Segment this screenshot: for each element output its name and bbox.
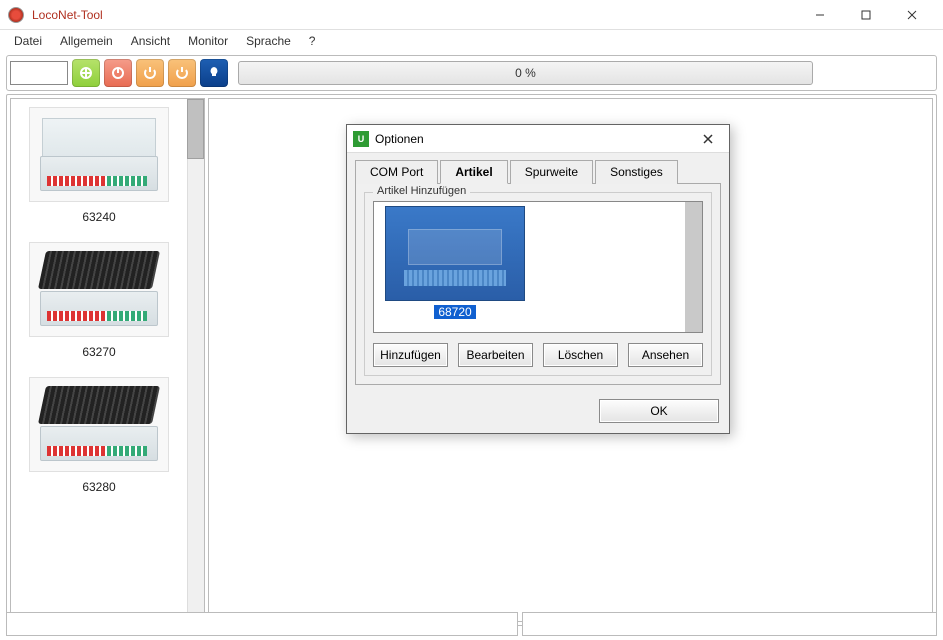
tab-artikel[interactable]: Artikel [440,160,507,184]
address-input[interactable] [10,61,68,85]
window-title: LocoNet-Tool [32,8,103,22]
menubar: Datei Allgemein Ansicht Monitor Sprache … [0,30,943,52]
app-icon [8,7,24,23]
stop-button[interactable] [104,59,132,87]
menu-sprache[interactable]: Sprache [238,32,299,50]
product-label: 63240 [11,210,187,224]
scrollbar-thumb[interactable] [685,202,702,332]
delete-button[interactable]: Löschen [543,343,618,367]
tab-comport[interactable]: COM Port [355,160,438,184]
ok-button[interactable]: OK [599,399,719,423]
power1-button[interactable] [136,59,164,87]
tab-spurweite[interactable]: Spurweite [510,160,593,184]
edit-button[interactable]: Bearbeiten [458,343,533,367]
dialog-icon: U [353,131,369,147]
add-button[interactable]: Hinzufügen [373,343,448,367]
group-label: Artikel Hinzufügen [373,185,470,197]
scrollbar-thumb[interactable] [187,99,204,159]
toolbar: 0 % [6,55,937,91]
product-label: 63280 [11,480,187,494]
scrollbar-track[interactable] [187,99,204,621]
product-sidebar: 63240 63270 63280 [10,98,205,622]
status-left [6,612,518,636]
menu-help[interactable]: ? [301,32,324,50]
list-item[interactable]: 63270 [11,242,187,359]
power2-button[interactable] [168,59,196,87]
progress-bar: 0 % [238,61,813,85]
view-button[interactable]: Ansehen [628,343,703,367]
tab-sonstiges[interactable]: Sonstiges [595,160,678,184]
minimize-button[interactable] [797,0,843,30]
statusbar [6,612,937,636]
menu-monitor[interactable]: Monitor [180,32,236,50]
go-button[interactable] [72,59,100,87]
dialog-title: Optionen [375,132,693,146]
status-right [522,612,937,636]
product-label: 63270 [11,345,187,359]
dialog-close-button[interactable] [693,129,723,149]
list-item[interactable]: 63240 [11,107,187,224]
maximize-button[interactable] [843,0,889,30]
article-thumbnail [385,206,525,301]
list-item[interactable]: 63280 [11,377,187,494]
list-item[interactable]: 68720 [380,206,530,319]
progress-text: 0 % [515,66,536,80]
menu-allgemein[interactable]: Allgemein [52,32,121,50]
menu-datei[interactable]: Datei [6,32,50,50]
light-button[interactable] [200,59,228,87]
close-button[interactable] [889,0,935,30]
options-dialog: U Optionen COM Port Artikel Spurweite So… [346,124,730,434]
article-id: 68720 [434,305,475,319]
article-list[interactable]: 68720 [373,201,703,333]
menu-ansicht[interactable]: Ansicht [123,32,178,50]
